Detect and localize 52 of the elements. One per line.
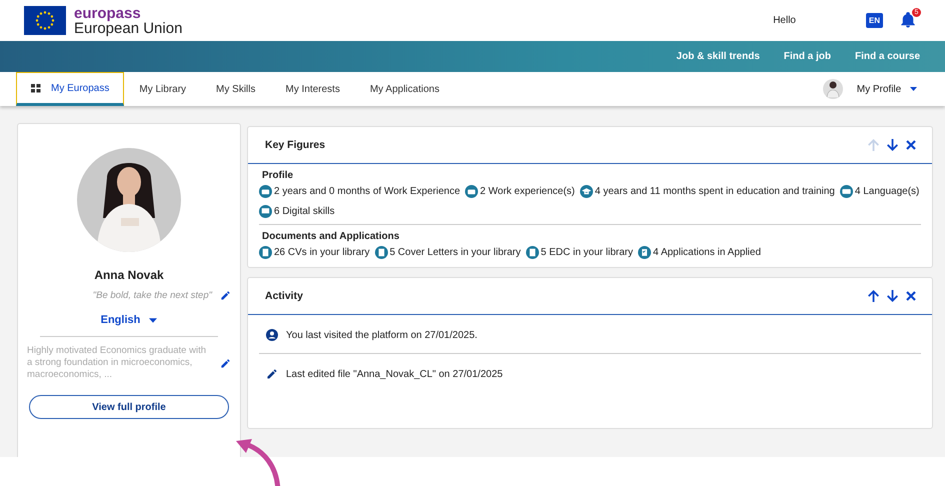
edit-icon[interactable] [220,358,231,368]
edit-icon[interactable] [220,290,231,301]
flag-icon [24,6,66,35]
nav-tab[interactable]: My Skills [201,72,270,106]
profile-name: Anna Novak [94,268,164,282]
key-figure: 4 Applications in Applied [653,247,761,258]
nav-tab[interactable]: My Applications [354,72,454,106]
activity-text: Last edited file "Anna_Novak_CL" on 27/01/2025 [286,368,503,380]
activity-text: You last visited the platform on 27/01/2025. [286,330,478,340]
top-link[interactable]: Find a job [784,51,831,62]
view-profile-button[interactable]: View full profile [29,395,229,419]
brand-name: europass [74,6,142,20]
key-figure: 26 CVs in your library [274,247,370,258]
top-link[interactable]: Job & skill trends [676,51,760,62]
arrow-down-icon[interactable] [887,290,898,302]
key-figure: 6 Digital skills [274,206,335,217]
nav-tab[interactable]: My Library [124,72,202,106]
language-button[interactable]: EN [866,13,883,28]
panel-title: Key Figures [265,139,326,151]
graduation-cap-icon [580,185,593,198]
key-figure: 4 years and 11 months spent in education and training [594,186,835,197]
user-icon [266,329,278,341]
close-icon[interactable] [906,291,916,301]
key-figure: 5 EDC in your library [540,247,634,258]
key-figure: 2 Work experience(s) [480,186,575,197]
top-link[interactable]: Find a course [854,51,920,62]
document-icon [259,246,272,259]
grid-icon [31,84,41,92]
profile-menu[interactable]: My Profile [850,72,923,106]
key-figure: 5 Cover Letters in your library [390,247,521,258]
avatar-icon[interactable] [822,79,843,99]
bell-icon[interactable] [899,10,917,28]
document-icon [526,246,539,259]
greeting: Hello [773,15,796,26]
brand-subtitle: European Union [74,20,182,36]
profile-summary: Highly motivated Economics graduate with a strong foundation in microeconomics, macroeconomics, ... [27,345,208,381]
checklist-icon [638,246,652,259]
arrow-up-icon[interactable] [868,290,879,302]
document-icon [374,246,388,259]
section-heading: Documents and Applications [262,231,400,242]
close-icon[interactable] [906,140,916,150]
key-figure: 2 years and 0 months of Work Experience [274,186,460,197]
caret-icon [149,318,158,323]
arrow-down-icon[interactable] [887,139,898,151]
caret-icon [910,86,917,91]
section-heading: Profile [262,170,294,181]
language-dropdown[interactable]: English [94,313,164,327]
profile-motto: "Be bold, take the next step" [92,290,212,301]
edit-icon [266,368,278,380]
panel-title: Activity [265,290,303,302]
nav-tab[interactable]: My Interests [270,72,355,106]
key-figure: 4 Language(s) [854,186,920,197]
